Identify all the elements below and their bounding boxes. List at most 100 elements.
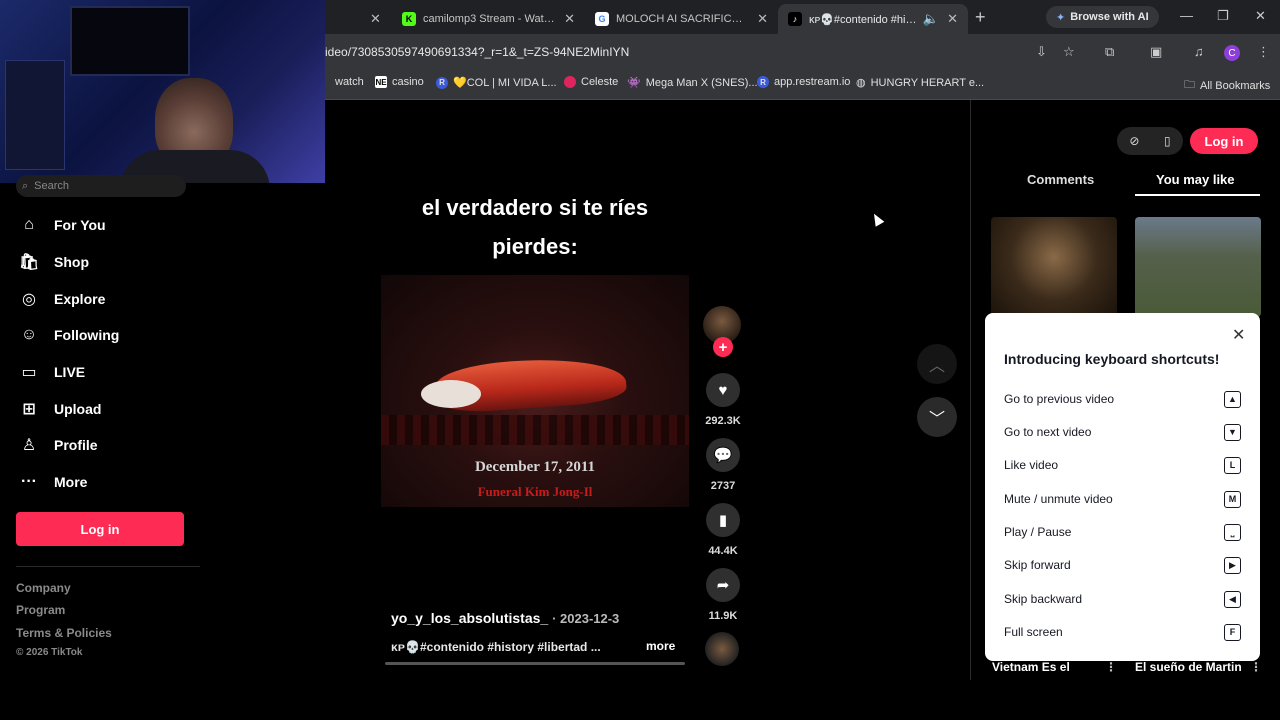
bookmark-item[interactable]: ◍ HUNGRY HERART e... bbox=[856, 76, 984, 90]
close-icon[interactable]: ✕ bbox=[1232, 325, 1245, 345]
tab-partial[interactable]: ✕ bbox=[362, 4, 392, 34]
site-icon: ◍ bbox=[856, 77, 866, 89]
save-button[interactable]: ▮ bbox=[706, 503, 740, 537]
address-bar[interactable]: ideo/7308530597490691334?_r=1&_t=ZS-94NE… bbox=[325, 45, 629, 59]
tab-you-may-like[interactable]: You may like bbox=[1156, 172, 1235, 187]
following-icon: ☺ bbox=[20, 326, 38, 343]
suggested-caption[interactable]: El sueño de Martin bbox=[1135, 660, 1242, 674]
device-icon[interactable]: ▯ bbox=[1164, 134, 1171, 148]
chevron-down-icon: ﹀ bbox=[928, 411, 945, 428]
next-video-button[interactable]: ﹀ bbox=[917, 397, 957, 437]
extensions-icon[interactable]: ⧉ bbox=[1105, 44, 1114, 60]
browser-menu-icon[interactable]: ⋮ bbox=[1257, 44, 1270, 60]
suggested-menu-icon[interactable]: ⋮ bbox=[1250, 660, 1262, 674]
sidebar-item-live[interactable]: ▭ LIVE bbox=[18, 357, 85, 387]
sidebar-item-shop[interactable]: 🛍 Shop bbox=[18, 247, 89, 277]
bookmark-label: app.restream.io bbox=[774, 76, 851, 88]
search-icon: ⌕ bbox=[22, 179, 29, 192]
more-button[interactable]: more bbox=[646, 639, 675, 653]
previous-video-button[interactable]: ︿ bbox=[917, 344, 957, 384]
new-tab-icon[interactable]: + bbox=[975, 7, 986, 28]
bookmark-item[interactable]: Celeste bbox=[564, 76, 618, 88]
tab-tiktok-active[interactable]: ♪ ᴋᴘ💀#contenido #history 🔈 ✕ bbox=[778, 4, 968, 34]
video-caption-line2: pierdes: bbox=[492, 234, 578, 259]
popup-title: Introducing keyboard shortcuts! bbox=[1004, 351, 1220, 367]
home-icon: ⌂ bbox=[24, 216, 34, 233]
arrow-up-key-icon: ▲ bbox=[1224, 390, 1241, 408]
shortcut-label: Skip forward bbox=[1004, 558, 1071, 572]
video-player[interactable]: December 17, 2011 Funeral Kim Jong-Il bbox=[381, 275, 689, 507]
bookmark-item[interactable]: watch bbox=[335, 76, 364, 88]
bookmark-star-icon[interactable]: ☆ bbox=[1063, 44, 1075, 60]
profile-avatar[interactable]: C bbox=[1224, 45, 1240, 61]
footer-link-company[interactable]: Company bbox=[16, 581, 71, 595]
close-tab-icon[interactable]: ✕ bbox=[757, 11, 768, 27]
suggested-caption[interactable]: Vietnam Es el bbox=[992, 660, 1070, 674]
all-bookmarks-button[interactable]: 🗀 All Bookmarks bbox=[1184, 76, 1270, 95]
sidebar-item-label: Upload bbox=[54, 401, 102, 417]
m-key-icon: M bbox=[1224, 490, 1241, 508]
suggested-video-thumbnail[interactable] bbox=[991, 217, 1117, 317]
install-app-icon[interactable]: ⇩ bbox=[1036, 44, 1047, 60]
comment-button[interactable]: 💬 bbox=[706, 438, 740, 472]
close-window-icon[interactable]: ✕ bbox=[1255, 8, 1266, 24]
shortcut-row: Full screen F bbox=[1004, 621, 1241, 643]
suggested-menu-icon[interactable]: ⋮ bbox=[1105, 660, 1117, 674]
sidebar-item-explore[interactable]: ◎ Explore bbox=[18, 284, 105, 314]
arrow-down-key-icon: ▼ bbox=[1224, 423, 1241, 441]
sidebar-item-more[interactable]: ··· More bbox=[18, 467, 87, 497]
speaker-icon[interactable]: 🔈 bbox=[923, 11, 939, 27]
footer-link-program[interactable]: Program bbox=[16, 603, 65, 617]
sparkle-icon: ✦ bbox=[1056, 11, 1066, 24]
author-name[interactable]: yo_y_los_absolutistas_ bbox=[391, 610, 548, 626]
shortcut-row: Play / Pause ⎵ bbox=[1004, 521, 1241, 543]
restream-icon: R bbox=[436, 76, 448, 89]
video-author[interactable]: yo_y_los_absolutistas_ · 2023-12-3 bbox=[391, 610, 619, 626]
profile-icon: ♙ bbox=[21, 437, 37, 454]
tiktok-favicon-icon: ♪ bbox=[788, 12, 802, 26]
bookmark-item[interactable]: NE casino bbox=[375, 76, 424, 88]
search-input[interactable]: ⌕ Search bbox=[16, 175, 186, 197]
video-progress-bar[interactable] bbox=[385, 662, 685, 665]
tab-comments[interactable]: Comments bbox=[1027, 172, 1094, 187]
sidebar-item-for-you[interactable]: ⌂ For You bbox=[18, 210, 105, 240]
compass-icon: ◎ bbox=[22, 291, 36, 308]
video-caption-line1: el verdadero si te ríes bbox=[421, 195, 649, 220]
close-tab-icon[interactable]: ✕ bbox=[564, 11, 575, 27]
ne-icon: NE bbox=[375, 76, 387, 88]
shortcut-label: Like video bbox=[1004, 458, 1059, 472]
close-tab-icon[interactable]: ✕ bbox=[947, 11, 958, 27]
music-disc-icon[interactable] bbox=[705, 632, 739, 666]
close-tab-icon[interactable]: ✕ bbox=[370, 11, 381, 27]
shortcut-label: Go to previous video bbox=[1004, 392, 1115, 406]
sidebar-item-label: Following bbox=[54, 327, 120, 343]
comment-count: 2737 bbox=[710, 480, 736, 492]
sidebar-item-following[interactable]: ☺ Following bbox=[18, 320, 120, 350]
footer-link-terms[interactable]: Terms & Policies bbox=[16, 626, 112, 640]
shortcut-row: Go to next video ▼ bbox=[1004, 421, 1241, 443]
sidebar-login-button[interactable]: Log in bbox=[16, 512, 184, 546]
share-button[interactable]: ➦ bbox=[706, 568, 740, 602]
bookmark-label: watch bbox=[335, 76, 364, 88]
sidebar-item-profile[interactable]: ♙ Profile bbox=[18, 430, 98, 460]
folder-icon: 🗀 bbox=[1184, 79, 1195, 91]
maximize-icon[interactable]: ❐ bbox=[1217, 8, 1229, 24]
tab-kick-stream[interactable]: K camilomp3 Stream - Watch Li ✕ bbox=[392, 4, 585, 34]
sidebar-item-label: More bbox=[54, 474, 88, 490]
browse-with-ai-button[interactable]: ✦ Browse with AI bbox=[1046, 6, 1159, 28]
tab-google-search[interactable]: G MOLOCH AI SACRIFICE - Goo ✕ bbox=[585, 4, 778, 34]
media-control-icon[interactable]: ♫ bbox=[1194, 44, 1204, 59]
sidepanel-icon[interactable]: ▣ bbox=[1150, 44, 1162, 60]
coins-icon[interactable]: ⊘ bbox=[1129, 134, 1139, 148]
bookmark-item[interactable]: Rapp.restream.io bbox=[757, 76, 850, 88]
minimize-icon[interactable]: — bbox=[1180, 8, 1193, 23]
bookmark-item[interactable]: 👾 Mega Man X (SNES)... bbox=[627, 76, 758, 90]
like-button[interactable]: ♥ bbox=[706, 373, 740, 407]
header-login-button[interactable]: Log in bbox=[1190, 128, 1258, 154]
sidebar-item-upload[interactable]: ⊞ Upload bbox=[18, 394, 101, 424]
game-icon: 👾 bbox=[627, 77, 641, 89]
suggested-video-thumbnail[interactable] bbox=[1135, 217, 1261, 317]
bookmark-item[interactable]: R 💛COL | MI VIDA L... bbox=[436, 76, 557, 89]
follow-plus-icon[interactable]: + bbox=[713, 337, 733, 357]
sidebar-item-label: Shop bbox=[54, 254, 89, 270]
